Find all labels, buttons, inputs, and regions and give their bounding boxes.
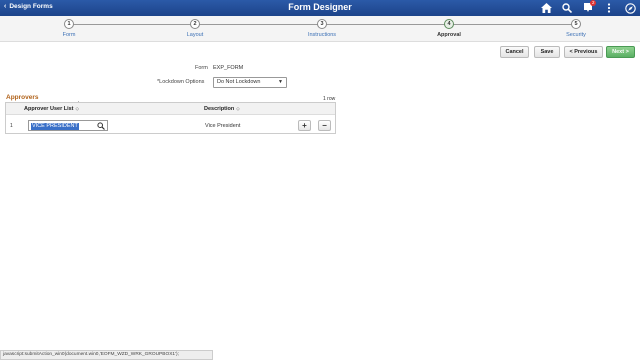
lockdown-options-select[interactable]: Do Not Lockdown ▼ — [213, 77, 287, 88]
step-number: 1 — [64, 19, 74, 29]
approvers-grid: Approver User List ◇ Description ◇ 1 VICE … — [5, 102, 336, 134]
sort-icon: ◇ — [236, 106, 240, 111]
form-value: EXP_FORM — [213, 65, 244, 71]
column-header-approver-user-list[interactable]: Approver User List ◇ — [24, 106, 79, 112]
save-button[interactable]: Save — [534, 46, 560, 58]
header-bar: ‹ Design Forms Form Designer 2 — [0, 0, 640, 16]
step-label: Layout — [186, 32, 204, 38]
previous-button[interactable]: < Previous — [564, 46, 603, 58]
step-label: Instructions — [307, 32, 337, 38]
navbar-icon[interactable] — [624, 2, 636, 14]
minus-icon: − — [322, 120, 327, 130]
grid-header: Approver User List ◇ Description ◇ — [6, 103, 335, 115]
sort-icon: ◇ — [75, 106, 79, 111]
cancel-button[interactable]: Cancel — [500, 46, 529, 58]
header-icons: 2 — [540, 0, 636, 14]
add-row-button[interactable]: + — [298, 120, 311, 131]
step-layout[interactable]: 2 Layout — [165, 19, 225, 38]
approvers-section-title: Approvers — [6, 94, 39, 101]
actions-menu-icon[interactable] — [603, 2, 615, 14]
step-train: 1 Form 2 Layout 3 Instructions 4 Approva… — [0, 16, 640, 42]
notification-badge: 2 — [590, 0, 596, 6]
column-header-description[interactable]: Description ◇ — [204, 106, 240, 112]
search-icon[interactable] — [561, 2, 573, 14]
dropdown-arrow-icon: ▼ — [278, 79, 283, 85]
step-number: 2 — [190, 19, 200, 29]
delete-row-button[interactable]: − — [318, 120, 331, 131]
form-label: Form — [195, 65, 208, 71]
lockdown-options-value: Do Not Lockdown — [217, 79, 261, 85]
lookup-search-icon[interactable] — [97, 122, 105, 130]
row-number: 1 — [10, 123, 13, 129]
step-label: Security — [566, 32, 586, 38]
notifications-icon[interactable]: 2 — [582, 0, 596, 14]
step-label: Form — [62, 32, 76, 38]
step-number: 5 — [571, 19, 581, 29]
browser-status-bar: javascript:submitAction_win0(document.wi… — [0, 350, 213, 360]
step-instructions[interactable]: 3 Instructions — [292, 19, 352, 38]
approver-user-list-value: VICE PRESIDENT — [31, 123, 79, 130]
plus-icon: + — [302, 120, 307, 130]
approver-user-list-input[interactable]: VICE PRESIDENT — [28, 120, 108, 131]
step-approval[interactable]: 4 Approval — [419, 19, 479, 38]
step-number: 3 — [317, 19, 327, 29]
step-label: Approval — [437, 32, 461, 38]
step-number: 4 — [444, 19, 454, 29]
step-security[interactable]: 5 Security — [546, 19, 606, 38]
description-value: Vice President — [205, 123, 241, 129]
lockdown-options-label: *Lockdown Options — [157, 79, 205, 85]
home-icon[interactable] — [540, 2, 552, 14]
next-button[interactable]: Next > — [606, 46, 635, 58]
step-form[interactable]: 1 Form — [39, 19, 99, 38]
